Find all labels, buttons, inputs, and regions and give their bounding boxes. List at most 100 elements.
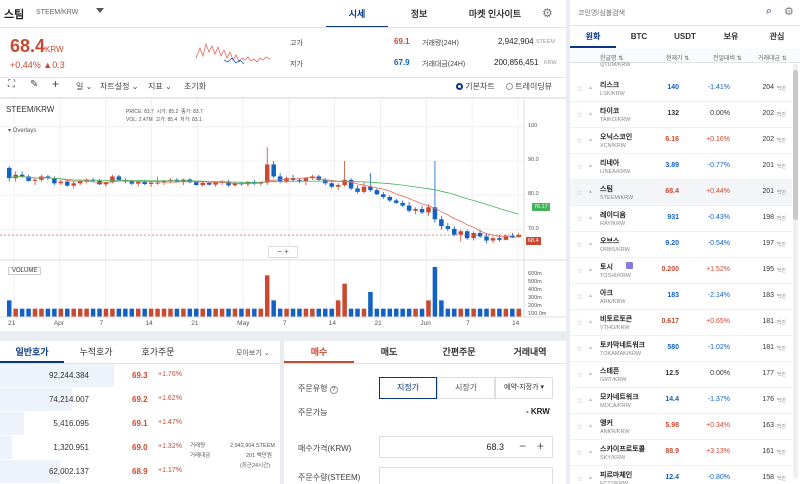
search-icon[interactable]: ⌕ (766, 5, 772, 18)
candle-body (135, 181, 141, 184)
trading-view-radio[interactable]: 트레이딩뷰 (506, 81, 552, 92)
period-select[interactable]: 일 ⌄ (76, 81, 92, 92)
orderbook-row[interactable]: 1,320.951 69.0 +1.32% (0, 436, 185, 460)
coin-row[interactable]: ☆ ▲ 아크 ARK/KRW 183 -2.14% 183 백만 (570, 284, 792, 310)
star-icon[interactable]: ☆ (576, 292, 583, 301)
help-icon[interactable]: ? (329, 386, 338, 394)
col-name[interactable]: 한글명 ⇅ (600, 53, 623, 62)
coin-row[interactable]: ☆ ▲ 레이디움 RAY/KRW 931 -0.43% 198 백만 (570, 206, 792, 232)
tab-krw[interactable]: 원화 (570, 26, 616, 48)
star-icon[interactable]: ☆ (576, 396, 583, 405)
market-order-button[interactable]: 시장가 (437, 377, 495, 399)
coin-row[interactable]: ☆ ▲ 리스크 LSK/KRW 140 -1.41% 204 백만 (570, 76, 792, 102)
star-icon[interactable]: ☆ (576, 162, 583, 171)
chart-settings-button[interactable]: 차트설정 ⌄ (100, 81, 138, 92)
buy-price-field[interactable]: 68.3 − + (379, 436, 553, 458)
chevron-down-icon[interactable] (96, 8, 104, 13)
candle-body (303, 178, 309, 181)
coin-row[interactable]: ☆ ▲ 스팀 STEEM/KRW 68.4 +0.44% 201 백만 (570, 180, 792, 206)
pencil-icon[interactable]: ✎ (30, 79, 38, 90)
tab-cumulative-orderbook[interactable]: 누적호가 (64, 341, 128, 363)
price-chart[interactable]: STEEM/KRW PRICE: 83.7 시가: 85.2 종가: 83.7 … (0, 99, 566, 331)
order-qty-field[interactable] (379, 467, 553, 484)
gear-icon[interactable]: ⚙ (784, 5, 794, 18)
basic-chart-radio[interactable]: 기본차트 (456, 81, 495, 92)
star-icon[interactable]: ☆ (576, 344, 583, 353)
coin-search-input[interactable] (578, 5, 758, 21)
coin-row[interactable]: ☆ ▲ 앵커 ANKR/KRW 5.98 +0.34% 163 백만 (570, 414, 792, 440)
volume-bar (213, 308, 218, 317)
coin-row[interactable]: ☆ ▲ 토카막네트워크 TOKAMAK/KRW 580 -1.02% 181 백만 (570, 336, 792, 362)
orderbook-row[interactable]: 74,214.007 69.2 +1.62% (0, 388, 185, 412)
star-icon[interactable]: ☆ (576, 370, 583, 379)
coin-row[interactable]: ☆ ▲ 타이코 TAIKO/KRW 132 0.00% 202 백만 (570, 102, 792, 128)
coin-name[interactable]: 스팀 (4, 6, 24, 22)
star-icon[interactable]: ☆ (576, 422, 583, 431)
candle-body (458, 231, 463, 235)
coin-row[interactable]: ☆ ▲ 스테픈 GMT/KRW 12.5 0.00% 177 백만 (570, 362, 792, 388)
col-change[interactable]: 전일대비 ⇅ (713, 53, 742, 62)
coin-row[interactable]: ☆ ▲ 모카네트워크 MOCA/KRW 14.4 -1.37% 176 백만 (570, 388, 792, 414)
price-increase-button[interactable]: + (537, 439, 544, 453)
orderbook-row[interactable]: 5,416.095 69.1 +1.47% (0, 412, 185, 436)
view-mode-select[interactable]: 모아보기 ⌄ (236, 348, 270, 358)
candle-body (77, 181, 83, 184)
tab-orderbook-order[interactable]: 호가주문 (128, 341, 188, 363)
tab-holdings[interactable]: 보유 (708, 26, 754, 48)
zoom-in-button[interactable]: + (284, 247, 289, 256)
star-icon[interactable]: ☆ (576, 240, 583, 249)
tab-sell[interactable]: 매도 (354, 341, 424, 363)
volume-bar (13, 308, 18, 317)
star-icon[interactable]: ☆ (576, 136, 583, 145)
volume-bar (464, 308, 470, 317)
limit-order-button[interactable]: 지정가 (379, 377, 437, 399)
orderbook-row[interactable]: 62,002.137 68.9 +1.17% (0, 460, 185, 484)
reset-button[interactable]: 초기화 (184, 81, 206, 92)
coin-row[interactable]: ☆ ▲ 스카이프로토콜 SKY/KRW 88.9 +3.13% 161 백만 (570, 440, 792, 466)
star-icon[interactable]: ☆ (576, 266, 583, 275)
indicators-button[interactable]: 지표 ⌄ (148, 81, 172, 92)
tab-buy[interactable]: 매수 (284, 341, 354, 363)
tab-quote[interactable]: 시세 (326, 0, 388, 27)
low-value: 67.9 (394, 58, 410, 67)
orderbook-row[interactable]: 92,244.384 69.3 +1.76% (0, 364, 185, 388)
col-price[interactable]: 현재가 ⇅ (666, 53, 689, 62)
tab-favorites[interactable]: 관심 (754, 26, 800, 48)
price-decrease-button[interactable]: − (519, 439, 526, 453)
candlestick-chart-svg[interactable] (0, 99, 566, 331)
buy-price-value: 68.3 (486, 442, 504, 452)
volume-bar (335, 300, 341, 317)
coin-row[interactable]: ☆ ▲ 토시 TOSHI/KRW 0.200 +1.52% 195 백만 (570, 258, 792, 284)
tab-usdt[interactable]: USDT (662, 26, 708, 48)
star-icon[interactable]: ☆ (576, 110, 583, 119)
gear-icon[interactable]: ⚙ (542, 6, 553, 20)
coin-row[interactable]: ☆ ▲ 오브스 ORBS/KRW 9.20 -0.54% 197 백만 (570, 232, 792, 258)
reserved-limit-button[interactable]: 예약-지정가 ▾ (495, 377, 553, 399)
star-icon[interactable]: ☆ (576, 84, 583, 93)
tab-btc[interactable]: BTC (616, 26, 662, 48)
ask-quantity: 62,002.137 (48, 467, 89, 476)
coin-row[interactable]: ☆ ▲ 피르마체인 FCT2/KRW 12.4 -0.80% 158 백만 (570, 466, 792, 484)
coin-pair[interactable]: STEEM/KRW (36, 9, 78, 16)
tab-trade-history[interactable]: 거래내역 (494, 341, 566, 363)
volume-bar (271, 300, 276, 317)
coin-row[interactable]: ☆ ▲ 오닉스코인 XCN/KRW 6.16 +0.16% 202 백만 (570, 128, 792, 154)
tab-info[interactable]: 정보 (388, 0, 450, 27)
crosshair-icon[interactable]: + (52, 78, 59, 91)
coin-row[interactable]: ☆ ▲ 비토르토큰 VTHO/KRW 0.617 +0.65% 181 백만 (570, 310, 792, 336)
overlays-toggle[interactable]: ▾ Overlays (8, 127, 36, 134)
zoom-out-button[interactable]: − (277, 247, 282, 256)
col-volume[interactable]: 거래대금 ⇅ (758, 53, 787, 62)
tab-normal-orderbook[interactable]: 일반호가 (0, 341, 64, 363)
star-icon[interactable]: ☆ (576, 318, 583, 327)
star-icon[interactable]: ☆ (576, 474, 583, 483)
coin-row[interactable]: ☆ ▲ 리네아 LINEA/KRW 3.89 -0.77% 201 백만 (570, 154, 792, 180)
candle-body (471, 233, 476, 239)
fullscreen-icon[interactable]: ⛶ (8, 79, 15, 90)
tab-market-insight[interactable]: 마켓 인사이트 (450, 0, 540, 27)
star-icon[interactable]: ☆ (576, 214, 583, 223)
coin-list-scroll-thumb[interactable] (793, 70, 798, 220)
star-icon[interactable]: ☆ (576, 448, 583, 457)
tab-simple-order[interactable]: 간편주문 (424, 341, 494, 363)
star-icon[interactable]: ☆ (576, 188, 583, 197)
